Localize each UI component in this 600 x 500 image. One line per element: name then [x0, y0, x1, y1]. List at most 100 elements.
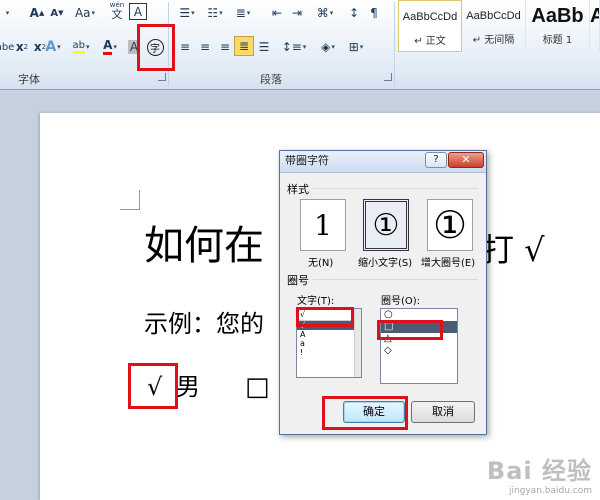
character-border-icon: A [133, 4, 143, 19]
text-effect-icon: A [45, 39, 57, 55]
style-preview: AaBb [531, 5, 584, 27]
align-right-button[interactable]: ≡ [216, 37, 234, 57]
subscript-icon: x [15, 40, 24, 54]
borders-button[interactable]: ⊞ ▾ [344, 37, 368, 57]
superscript-icon: x [33, 40, 42, 54]
list-item[interactable]: a [297, 339, 361, 348]
subscript-button[interactable]: x2 [14, 37, 30, 57]
shrink-font-icon: A [50, 7, 59, 19]
text-list-label: 文字(T): [297, 296, 335, 307]
grow-font-icon: A [29, 6, 39, 20]
decrease-indent-button[interactable]: ⇤ [268, 3, 286, 23]
font-color-button[interactable]: A ▾ [98, 37, 122, 57]
distributed-button[interactable]: ☰ [255, 37, 273, 57]
chinese-layout-button[interactable]: ⌘ ▾ [312, 3, 338, 23]
font-dialog-launcher-icon[interactable] [158, 73, 166, 81]
text-input[interactable]: √ [297, 309, 361, 321]
sort-button[interactable]: ↕ [346, 3, 362, 23]
align-left-icon: ≡ [179, 40, 191, 54]
borders-icon: ⊞ [348, 40, 359, 54]
strikethrough-button[interactable]: abe [0, 37, 14, 57]
increase-indent-button[interactable]: ⇥ [288, 3, 306, 23]
style-option-enlarge-symbol[interactable]: ① [427, 199, 473, 251]
grow-font-button[interactable]: A ▲ [28, 3, 46, 23]
style-caption-enlarge: 增大圈号(E) [421, 258, 476, 269]
list-item[interactable]: □ [381, 321, 457, 333]
font-size-dropdown[interactable]: ▾ [2, 3, 12, 23]
close-button[interactable]: ✕ [448, 152, 484, 168]
multilevel-list-button[interactable]: ≣ ▾ [232, 3, 254, 23]
watermark: Bai 经验 jingyan.baidu.com [487, 451, 592, 496]
style-heading-1[interactable]: AaBb 标题 1 [526, 0, 590, 52]
ok-button[interactable]: 确定 [343, 401, 405, 423]
unchecked-box: □ [245, 372, 270, 402]
list-item[interactable]: ○ [381, 309, 457, 321]
section-divider [313, 188, 478, 189]
bullets-button[interactable]: ☰ ▾ [176, 3, 198, 23]
style-heading-2[interactable]: A [590, 0, 600, 52]
change-case-button[interactable]: Aa ▾ [72, 3, 98, 23]
cancel-button[interactable]: 取消 [411, 401, 475, 423]
style-preview: A [590, 5, 599, 27]
text-listbox[interactable]: √ √ A a ! [296, 308, 362, 378]
style-no-spacing[interactable]: AaBbCcDd ↵ 无间隔 [462, 0, 526, 52]
style-preview: AaBbCcDd [466, 10, 521, 22]
phonetic-guide-button[interactable]: wén 文 [107, 1, 127, 21]
multilevel-list-icon: ≣ [235, 6, 246, 20]
watermark-logo: Bai 经验 [486, 457, 592, 485]
paint-bucket-icon: ◈ [321, 40, 331, 54]
paragraph-group-label: 段落 [260, 73, 282, 86]
line-spacing-button[interactable]: ↕≡ ▾ [282, 37, 307, 57]
enclosure-listbox[interactable]: ○ □ △ ◇ [380, 308, 458, 384]
text-highlight-button[interactable]: ab ▾ [68, 37, 94, 57]
list-item[interactable]: ◇ [381, 345, 457, 357]
change-case-icon: Aa [74, 6, 91, 20]
group-divider [394, 2, 395, 86]
font-group-label: 字体 [18, 73, 40, 86]
shading-button[interactable]: ◈ ▾ [316, 37, 340, 57]
character-shading-icon: A [127, 40, 141, 54]
enclosure-section-label: 圈号 [287, 274, 309, 287]
dialog-title: 带圈字符 [285, 154, 329, 167]
enclose-characters-button[interactable]: 字 [143, 33, 167, 61]
align-left-button[interactable]: ≡ [176, 37, 194, 57]
font-color-icon: A [103, 39, 113, 55]
highlighter-icon: ab [72, 40, 85, 54]
ribbon: ▾ A▲ A▼ Aa▾ wén文 A ☰▾ ☷▾ ≣▾ ⇤ ⇥ ⌘▾ ↕ ¶ a… [0, 0, 600, 90]
bullets-icon: ☰ [179, 6, 191, 20]
strikethrough-icon: abe [0, 41, 15, 53]
increase-indent-icon: ⇥ [291, 6, 303, 20]
checked-mark: √ [147, 373, 163, 401]
style-none-glyph: 1 [314, 208, 332, 242]
style-name: ↵ 无间隔 [472, 35, 515, 46]
numbering-button[interactable]: ☷ ▾ [204, 3, 226, 23]
justify-button[interactable]: ≣ [234, 36, 254, 56]
sort-icon: ↕ [348, 6, 360, 20]
character-border-button[interactable]: A [129, 3, 147, 20]
group-divider [168, 2, 169, 86]
justify-icon: ≣ [238, 39, 250, 53]
align-right-icon: ≡ [219, 40, 231, 54]
align-center-button[interactable]: ≡ [196, 37, 214, 57]
style-section-label: 样式 [287, 183, 309, 196]
list-item[interactable]: A [297, 330, 361, 339]
style-option-shrink-text[interactable]: ① [363, 199, 409, 251]
numbering-icon: ☷ [207, 6, 219, 20]
distributed-icon: ☰ [258, 40, 270, 54]
styles-gallery: AaBbCcDd ↵ 正文 AaBbCcDd ↵ 无间隔 AaBb 标题 1 A [398, 0, 600, 52]
list-item[interactable]: ! [297, 348, 361, 357]
shrink-font-button[interactable]: A ▼ [48, 3, 66, 23]
show-marks-button[interactable]: ¶ [366, 3, 382, 23]
scrollbar[interactable] [354, 309, 361, 377]
list-item[interactable]: √ [297, 321, 361, 330]
paragraph-dialog-launcher-icon[interactable] [384, 73, 392, 81]
example-text: 示例：您的 [144, 310, 264, 338]
text-effect-button[interactable]: A ▾ [44, 37, 62, 57]
character-shading-button[interactable]: A [126, 37, 142, 57]
style-normal[interactable]: AaBbCcDd ↵ 正文 [398, 0, 462, 52]
style-option-none[interactable]: 1 [300, 199, 346, 251]
list-item[interactable]: △ [381, 333, 457, 345]
section-divider [313, 279, 478, 280]
help-button[interactable]: ? [425, 152, 447, 168]
enclosure-list-label: 圈号(O): [381, 296, 421, 307]
